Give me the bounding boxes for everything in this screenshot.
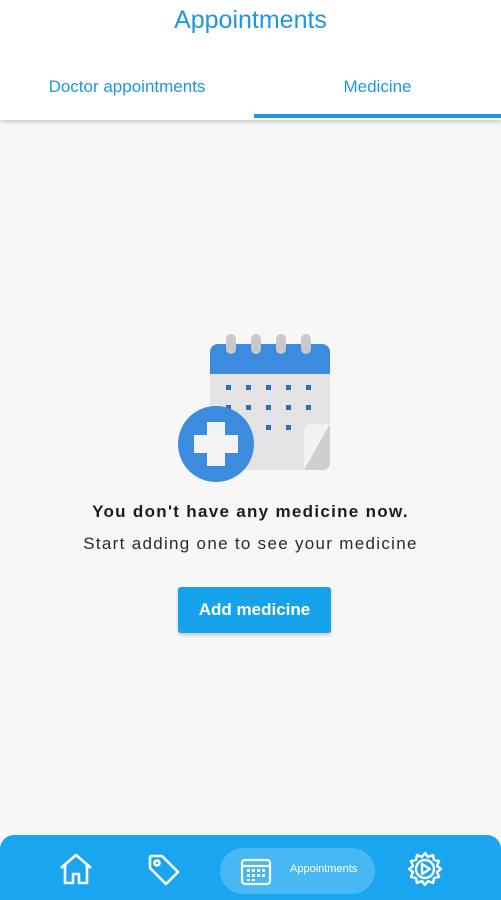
empty-state-title: You don't have any medicine now. [92, 502, 409, 521]
tag-icon[interactable] [144, 849, 184, 889]
tab-bar: Doctor appointments Medicine [0, 62, 501, 120]
tab-doctor-appointments[interactable]: Doctor appointments [0, 62, 254, 120]
settings-icon[interactable] [405, 849, 445, 889]
nav-item-appointments[interactable]: Appointments [220, 848, 375, 894]
nav-item-label: Appointments [290, 863, 358, 875]
active-tab-indicator [254, 114, 501, 118]
page-title: Appointments [174, 6, 327, 34]
app-header: Appointments Doctor appointments Medicin… [0, 0, 501, 120]
calendar-plus-icon [176, 332, 334, 484]
add-medicine-button[interactable]: Add medicine [178, 587, 331, 633]
bottom-navigation: Appointments [0, 835, 501, 900]
calendar-icon [240, 856, 272, 886]
tab-medicine[interactable]: Medicine [254, 62, 501, 120]
empty-state-subtitle: Start adding one to see your medicine [83, 534, 418, 553]
home-icon[interactable] [56, 849, 96, 889]
